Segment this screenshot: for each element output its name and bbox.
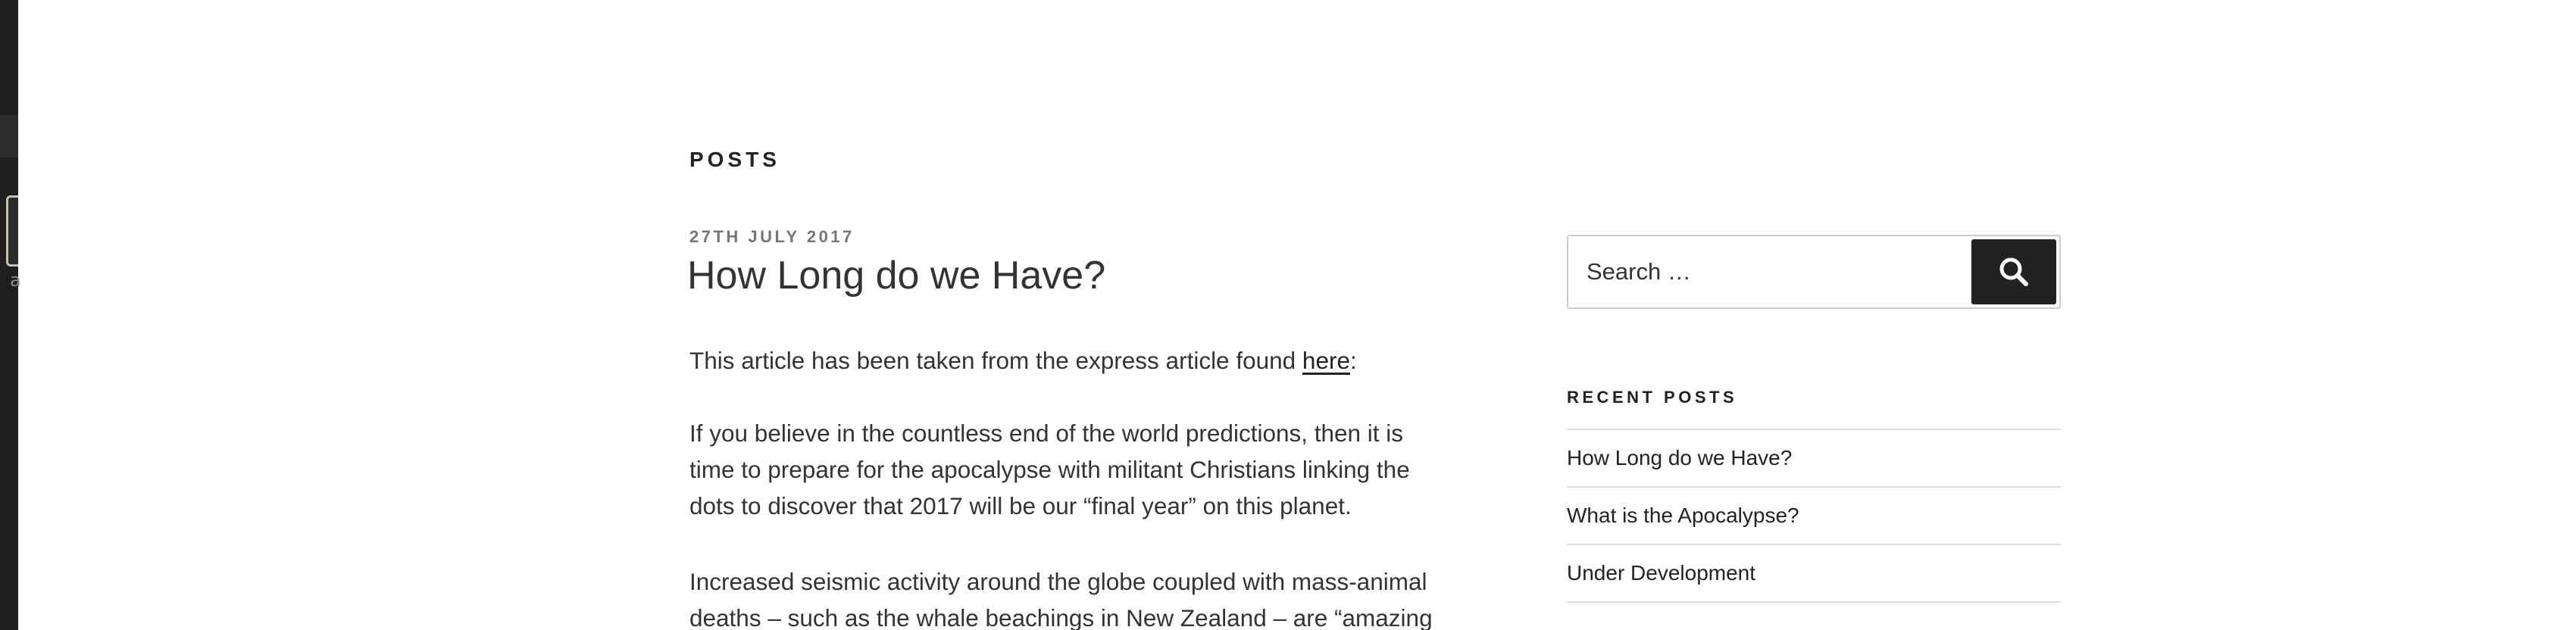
list-item: How Long do we Have? (1567, 430, 2061, 488)
recent-posts-heading: RECENT POSTS (1567, 388, 1738, 407)
post-paragraph-predictions: If you believe in the countless end of t… (689, 415, 1485, 524)
search-input[interactable] (1571, 239, 1965, 304)
paragraph-line: time to prepare for the apocalypse with … (689, 456, 1410, 483)
intro-text: This article has been taken from the exp… (689, 347, 1302, 374)
recent-posts-list: How Long do we Have? What is the Apocaly… (1567, 429, 2061, 603)
adjacent-window-edge: a (0, 0, 21, 630)
search-form (1567, 235, 2061, 309)
paragraph-line: If you believe in the countless end of t… (689, 419, 1404, 447)
list-item: Under Development (1567, 545, 2061, 603)
adjacent-window-tab[interactable] (0, 115, 18, 158)
intro-colon: : (1349, 347, 1357, 374)
post-paragraph-intro: This article has been taken from the exp… (689, 342, 1485, 379)
adjacent-window-glyph: a (10, 270, 21, 291)
search-button[interactable] (1971, 239, 2056, 304)
post-date-link[interactable]: 27TH JULY 2017 (689, 227, 855, 246)
article-source-link[interactable]: here (1302, 347, 1350, 374)
recent-post-link[interactable]: How Long do we Have? (1567, 446, 1792, 470)
paragraph-line: deaths – such as the whale beachings in … (689, 604, 1433, 630)
post-paragraph-seismic: Increased seismic activity around the gl… (689, 563, 1485, 630)
post-title[interactable]: How Long do we Have? (687, 253, 1105, 298)
paragraph-line: Increased seismic activity around the gl… (689, 568, 1427, 595)
paragraph-line: dots to discover that 2017 will be our “… (689, 492, 1352, 519)
post-date[interactable]: 27TH JULY 2017 (689, 227, 855, 247)
search-icon (1999, 257, 2028, 286)
adjacent-window-handle-icon[interactable] (6, 195, 18, 267)
page-title: POSTS (689, 148, 780, 172)
browser-viewport: a POSTS 27TH JULY 2017 How Long do we Ha… (0, 0, 2576, 630)
recent-post-link[interactable]: Under Development (1567, 561, 1755, 585)
list-item: What is the Apocalypse? (1567, 488, 2061, 545)
recent-post-link[interactable]: What is the Apocalypse? (1567, 504, 1799, 528)
